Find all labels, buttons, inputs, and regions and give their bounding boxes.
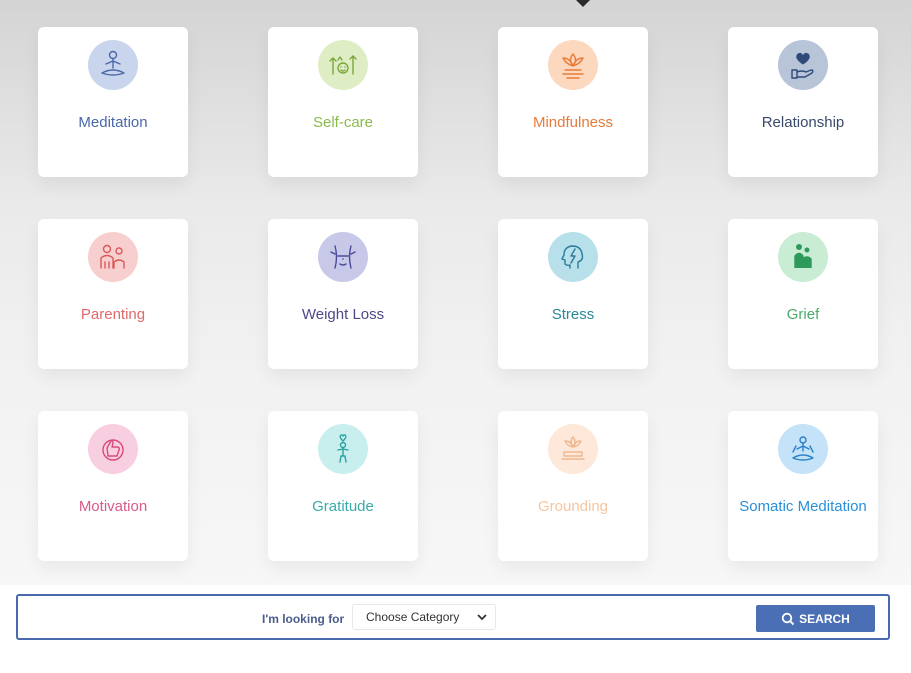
head-lightning-icon xyxy=(548,232,598,282)
grounding-icon xyxy=(548,424,598,474)
category-grid: Meditation Self-care Mindfulness Relatio… xyxy=(38,27,878,561)
category-card-grief[interactable]: Grief xyxy=(728,219,878,369)
category-label: Weight Loss xyxy=(301,306,385,323)
category-select-value: Choose Category xyxy=(366,610,460,624)
family-icon xyxy=(88,232,138,282)
search-icon xyxy=(781,612,795,625)
category-card-stress[interactable]: Stress xyxy=(498,219,648,369)
category-label: Motivation xyxy=(78,498,148,515)
lotus-icon xyxy=(548,40,598,90)
category-label: Meditation xyxy=(78,114,148,131)
category-label: Self-care xyxy=(312,114,374,131)
category-card-meditation[interactable]: Meditation xyxy=(38,27,188,177)
category-card-weight-loss[interactable]: Weight Loss xyxy=(268,219,418,369)
waist-icon xyxy=(318,232,368,282)
category-card-grounding[interactable]: Grounding xyxy=(498,411,648,561)
category-label: Grounding xyxy=(537,498,609,515)
thumbs-up-icon xyxy=(88,424,138,474)
category-select[interactable]: Choose Category xyxy=(352,604,496,630)
comfort-icon xyxy=(778,232,828,282)
category-label: Relationship xyxy=(761,114,845,131)
category-label: Mindfulness xyxy=(532,114,614,131)
category-card-gratitude[interactable]: Gratitude xyxy=(268,411,418,561)
category-card-mindfulness[interactable]: Mindfulness xyxy=(498,27,648,177)
category-card-self-care[interactable]: Self-care xyxy=(268,27,418,177)
category-card-motivation[interactable]: Motivation xyxy=(38,411,188,561)
heart-hand-icon xyxy=(778,40,828,90)
category-label: Gratitude xyxy=(312,498,374,515)
category-card-relationship[interactable]: Relationship xyxy=(728,27,878,177)
search-button[interactable]: SEARCH xyxy=(756,605,875,632)
category-card-parenting[interactable]: Parenting xyxy=(38,219,188,369)
somatic-meditation-icon xyxy=(778,424,828,474)
category-label: Somatic Meditation xyxy=(739,498,867,515)
category-label: Parenting xyxy=(80,306,146,323)
category-label: Stress xyxy=(551,306,595,323)
search-button-label: SEARCH xyxy=(799,611,850,626)
self-care-icon xyxy=(318,40,368,90)
chevron-down-icon xyxy=(477,614,487,621)
gratitude-figure-icon xyxy=(318,424,368,474)
category-card-somatic-meditation[interactable]: Somatic Meditation xyxy=(728,411,878,561)
category-label: Grief xyxy=(786,306,820,323)
search-bar: I'm looking for Choose Category SEARCH xyxy=(16,594,890,640)
dropdown-pointer xyxy=(576,0,590,7)
meditation-icon xyxy=(88,40,138,90)
looking-for-label: I'm looking for xyxy=(262,612,345,626)
